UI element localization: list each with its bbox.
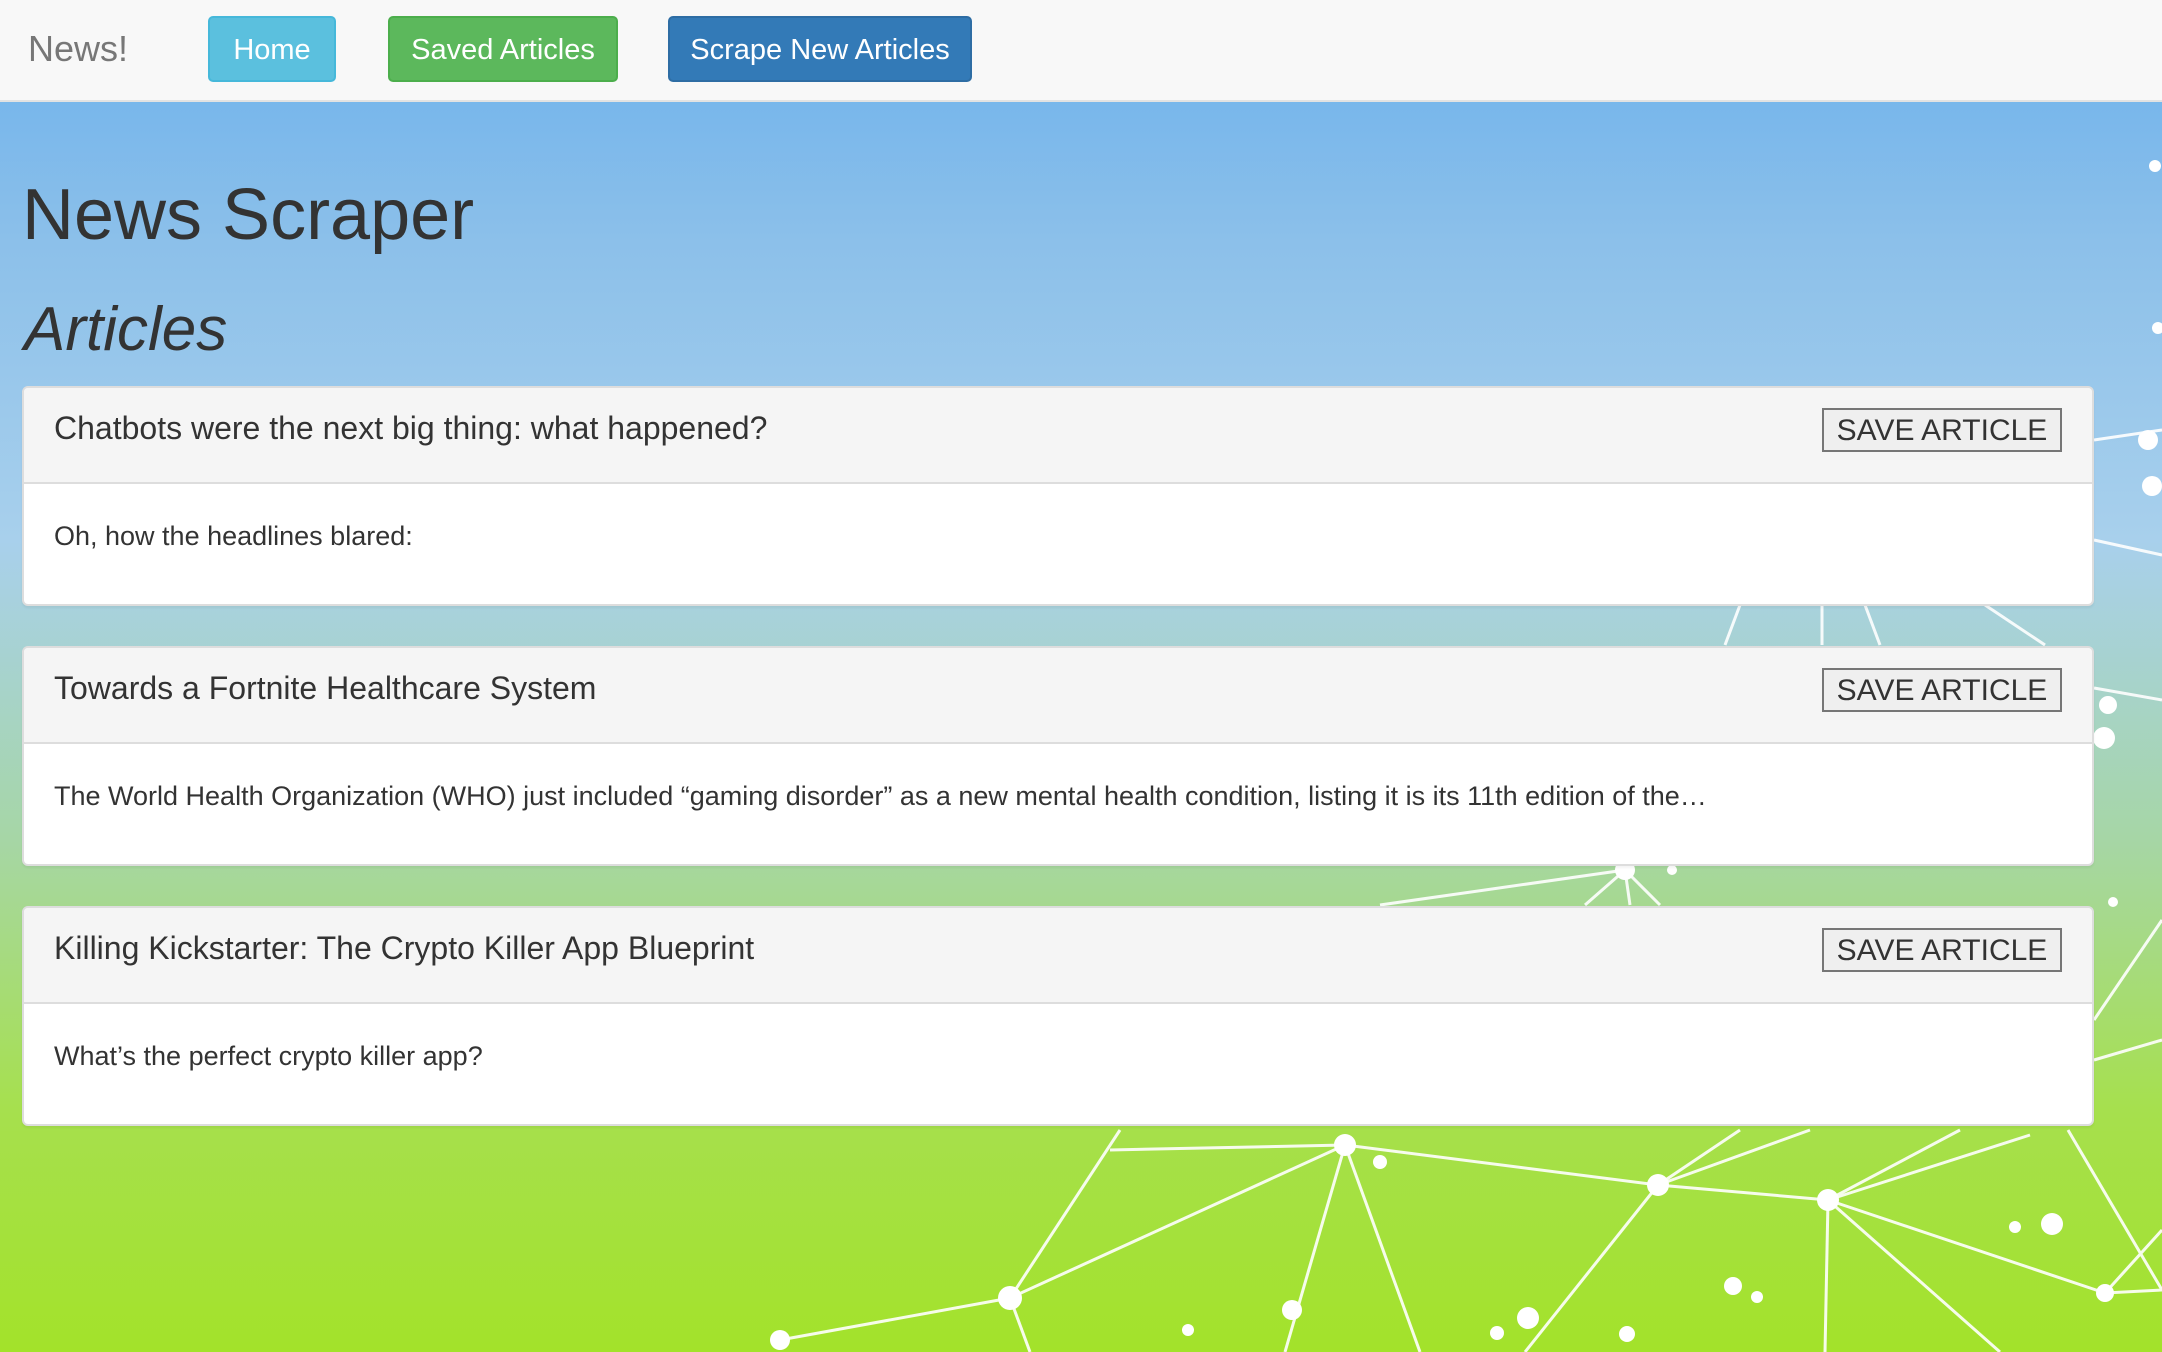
save-article-button[interactable]: SAVE ARTICLE (1822, 408, 2062, 452)
brand-logo[interactable]: News! (28, 26, 128, 72)
home-button[interactable]: Home (208, 16, 336, 82)
article-list: Chatbots were the next big thing: what h… (22, 386, 2094, 1166)
top-navbar: News! Home Saved Articles Scrape New Art… (0, 0, 2162, 102)
page-title: News Scraper (22, 175, 475, 255)
article-summary: Oh, how the headlines blared: (54, 521, 413, 551)
save-article-button[interactable]: SAVE ARTICLE (1822, 668, 2062, 712)
article-title[interactable]: Towards a Fortnite Healthcare System (54, 666, 596, 710)
article-title[interactable]: Chatbots were the next big thing: what h… (54, 406, 767, 450)
article-summary: The World Health Organization (WHO) just… (54, 781, 1707, 811)
save-article-button[interactable]: SAVE ARTICLE (1822, 928, 2062, 972)
article-card-heading: Killing Kickstarter: The Crypto Killer A… (24, 908, 2092, 1004)
article-card: Killing Kickstarter: The Crypto Killer A… (22, 906, 2094, 1126)
article-title[interactable]: Killing Kickstarter: The Crypto Killer A… (54, 926, 754, 970)
article-card: Chatbots were the next big thing: what h… (22, 386, 2094, 606)
saved-articles-button[interactable]: Saved Articles (388, 16, 618, 82)
section-title-articles: Articles (24, 295, 228, 364)
article-card-heading: Chatbots were the next big thing: what h… (24, 388, 2092, 484)
article-summary: What’s the perfect crypto killer app? (54, 1041, 483, 1071)
scrape-new-articles-button[interactable]: Scrape New Articles (668, 16, 972, 82)
article-card-heading: Towards a Fortnite Healthcare System SAV… (24, 648, 2092, 744)
article-card: Towards a Fortnite Healthcare System SAV… (22, 646, 2094, 866)
